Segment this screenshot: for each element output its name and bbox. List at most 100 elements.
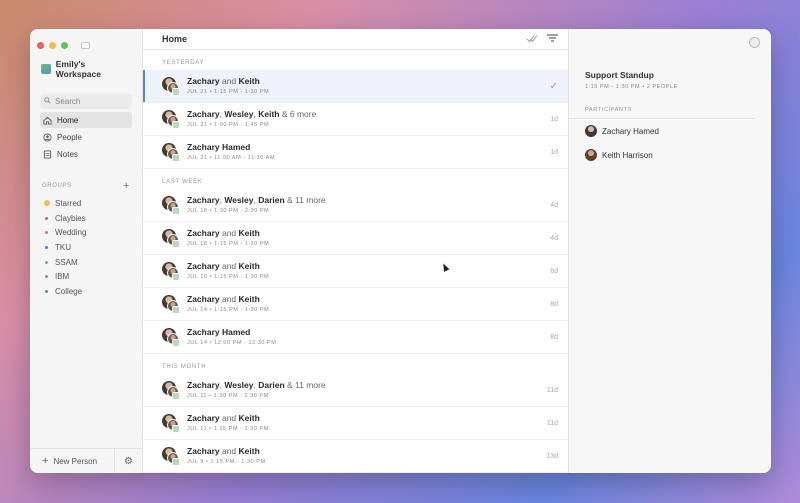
group-item-college[interactable]: College xyxy=(30,284,142,299)
group-item-tku[interactable]: TKU xyxy=(30,240,142,255)
nav-item-label: Notes xyxy=(57,149,78,159)
workspace-name: Emily's Workspace xyxy=(55,59,101,79)
participant-name: Keith xyxy=(238,76,260,86)
relative-date: 11d xyxy=(546,386,558,394)
meeting-participants: Zachary and Keith xyxy=(187,294,536,305)
meeting-info: Zachary and Keith JUL 21 • 1:15 PM - 1:3… xyxy=(187,76,536,96)
add-group-icon[interactable]: + xyxy=(123,180,130,192)
nav-item-label: People xyxy=(57,132,82,142)
participant-name: Keith xyxy=(238,228,260,238)
double-check-icon[interactable] xyxy=(526,34,538,45)
search-placeholder: Search xyxy=(55,97,81,106)
group-color-dot xyxy=(45,216,48,220)
meeting-row[interactable]: Zachary, Wesley, Darien & 11 more JUL 11… xyxy=(143,374,568,407)
separator: and xyxy=(219,413,239,423)
minimize-window-button[interactable] xyxy=(49,42,56,49)
profile-icon[interactable] xyxy=(749,37,760,48)
gear-icon[interactable]: ⚙ xyxy=(124,456,133,467)
check-icon[interactable]: ✓ xyxy=(550,81,558,92)
workspace-switcher[interactable]: Emily's Workspace xyxy=(30,53,142,85)
more-count: & 11 more xyxy=(284,195,326,205)
row-meta: 8d xyxy=(536,301,558,308)
meeting-info: Zachary and Keith JUL 16 • 1:15 PM - 1:3… xyxy=(187,261,536,281)
nav-item-home[interactable]: Home xyxy=(40,112,132,128)
meeting-row[interactable]: Zachary and Keith JUL 16 • 1:15 PM - 1:3… xyxy=(143,255,568,288)
participant-item[interactable]: Keith Harrison xyxy=(569,143,771,167)
groups-header: GROUPS + xyxy=(42,180,130,192)
avatar xyxy=(585,149,597,161)
meeting-participants: Zachary Hamed xyxy=(187,327,536,338)
star-icon xyxy=(43,200,50,207)
participant-name: Wesley xyxy=(224,380,254,390)
search-input[interactable]: Search xyxy=(40,94,132,109)
meeting-time: JUL 21 • 1:00 PM - 1:45 PM xyxy=(187,122,270,128)
group-color-dot xyxy=(45,245,48,249)
meeting-row[interactable]: Zachary and Keith JUL 11 • 1:15 PM - 1:3… xyxy=(143,407,568,440)
group-item-starred[interactable]: Starred xyxy=(30,196,142,211)
meeting-participants: Zachary and Keith xyxy=(187,228,536,239)
relative-date: 1d xyxy=(550,115,558,123)
participant-name: Zachary xyxy=(187,446,220,456)
avatar xyxy=(161,380,181,400)
section-label: LAST WEEK xyxy=(162,179,203,185)
meeting-row[interactable]: Zachary, Wesley, Darien & 11 more JUL 18… xyxy=(143,189,568,222)
group-item-claybies[interactable]: Claybies xyxy=(30,211,142,226)
sidebar-toggle-icon[interactable] xyxy=(81,42,90,49)
avatar xyxy=(161,142,181,162)
participant-name: Keith xyxy=(238,294,260,304)
meeting-row[interactable]: Zachary and Keith JUL 14 • 1:15 PM - 1:3… xyxy=(143,288,568,321)
meeting-row[interactable]: Zachary and Keith JUL 9 • 1:15 PM - 1:30… xyxy=(143,440,568,473)
row-meta: 4d xyxy=(536,235,558,242)
group-item-ssam[interactable]: SSAM xyxy=(30,255,142,270)
participant-name: Keith xyxy=(238,413,260,423)
meeting-info: Zachary Hamed JUL 14 • 12:00 PM - 12:30 … xyxy=(187,327,536,347)
meeting-row[interactable]: Zachary, Wesley, Keith & 6 more JUL 21 •… xyxy=(143,103,568,136)
avatar xyxy=(161,228,181,248)
nav-item-people[interactable]: People xyxy=(40,129,132,145)
row-meta: 8d xyxy=(536,334,558,341)
relative-date: 8d xyxy=(550,300,558,308)
meeting-row[interactable]: Zachary and Keith JUL 18 • 1:15 PM - 1:3… xyxy=(143,222,568,255)
app-window: Emily's Workspace Search Home People Not… xyxy=(30,29,771,473)
meeting-participants: Zachary and Keith xyxy=(187,446,536,457)
separator: and xyxy=(219,294,239,304)
avatar xyxy=(161,446,181,466)
relative-date: 4d xyxy=(550,234,558,242)
group-label: College xyxy=(55,286,83,296)
participant-item[interactable]: Zachary Hamed xyxy=(569,119,771,143)
calendar-badge-icon xyxy=(172,273,180,281)
nav-item-notes[interactable]: Notes xyxy=(40,146,132,162)
group-label: IBM xyxy=(55,272,70,282)
group-label: Claybies xyxy=(55,213,86,223)
separator: and xyxy=(219,76,239,86)
meeting-row[interactable]: Zachary Hamed JUL 14 • 12:00 PM - 12:30 … xyxy=(143,321,568,354)
sidebar-footer: + New Person ⚙ xyxy=(30,448,142,473)
group-item-wedding[interactable]: Wedding xyxy=(30,225,142,240)
row-meta: 1d xyxy=(536,149,558,156)
search-icon xyxy=(44,97,51,106)
meeting-info: Zachary, Wesley, Keith & 6 more JUL 21 •… xyxy=(187,109,536,129)
group-list: Starred Claybies Wedding TKU SSAM IBM Co… xyxy=(30,196,142,299)
section-label: YESTERDAY xyxy=(162,60,205,66)
meeting-time: JUL 18 • 1:30 PM - 2:30 PM xyxy=(187,208,270,214)
meeting-row[interactable]: Zachary Hamed JUL 21 • 11:00 AM - 11:30 … xyxy=(143,136,568,169)
maximize-window-button[interactable] xyxy=(61,42,68,49)
new-person-button[interactable]: + New Person xyxy=(42,455,97,467)
calendar-badge-icon xyxy=(172,339,180,347)
group-color-dot xyxy=(45,289,48,293)
close-window-button[interactable] xyxy=(37,42,44,49)
meeting-row[interactable]: Zachary and Keith JUL 21 • 1:15 PM - 1:3… xyxy=(143,70,568,103)
participant-name: Keith xyxy=(238,261,260,271)
group-item-ibm[interactable]: IBM xyxy=(30,269,142,284)
meeting-list-panel: Home YESTERDAY Zachary and Keith JUL 21 … xyxy=(143,29,569,473)
participant-name: Zachary xyxy=(187,76,220,86)
calendar-badge-icon xyxy=(172,425,180,433)
calendar-badge-icon xyxy=(172,121,180,129)
section-label: THIS MONTH xyxy=(162,364,207,370)
participant-list: Zachary Hamed Keith Harrison xyxy=(569,119,771,167)
separator: and xyxy=(219,261,239,271)
meeting-info: Zachary Hamed JUL 21 • 11:00 AM - 11:30 … xyxy=(187,142,536,162)
filter-icon[interactable] xyxy=(547,34,558,44)
group-label: Starred xyxy=(55,198,82,208)
calendar-badge-icon xyxy=(172,458,180,466)
